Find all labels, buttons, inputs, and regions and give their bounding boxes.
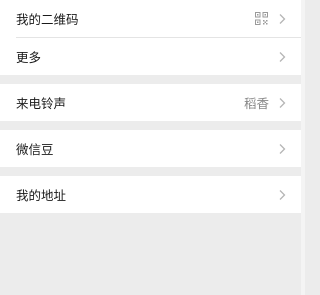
ringtone-row[interactable]: 来电铃声 稻香 (0, 84, 301, 121)
my-address-row[interactable]: 我的地址 (0, 176, 301, 213)
chevron-right-icon (279, 143, 286, 154)
ringtone-group: 来电铃声 稻香 (0, 84, 301, 121)
profile-settings-group: 我的二维码 更多 (0, 0, 301, 75)
wechat-beans-row[interactable]: 微信豆 (0, 130, 301, 167)
ringtone-label: 来电铃声 (16, 96, 67, 111)
qr-code-icon (255, 12, 268, 25)
my-qr-code-row[interactable]: 我的二维码 (0, 0, 301, 37)
chevron-right-icon (279, 13, 286, 24)
scrollbar-track[interactable] (301, 0, 305, 295)
chevron-right-icon (279, 51, 286, 62)
chevron-right-icon (279, 97, 286, 108)
settings-page: 我的二维码 更多 来电铃声 稻香 微信豆 我的地址 (0, 0, 305, 295)
more-row[interactable]: 更多 (0, 38, 301, 75)
my-qr-code-label: 我的二维码 (16, 12, 79, 27)
wechat-beans-label: 微信豆 (16, 142, 54, 157)
ringtone-value: 稻香 (243, 96, 269, 111)
chevron-right-icon (279, 189, 286, 200)
my-address-label: 我的地址 (16, 188, 67, 203)
more-label: 更多 (16, 50, 42, 65)
address-group: 我的地址 (0, 176, 301, 213)
wechat-beans-group: 微信豆 (0, 130, 301, 167)
